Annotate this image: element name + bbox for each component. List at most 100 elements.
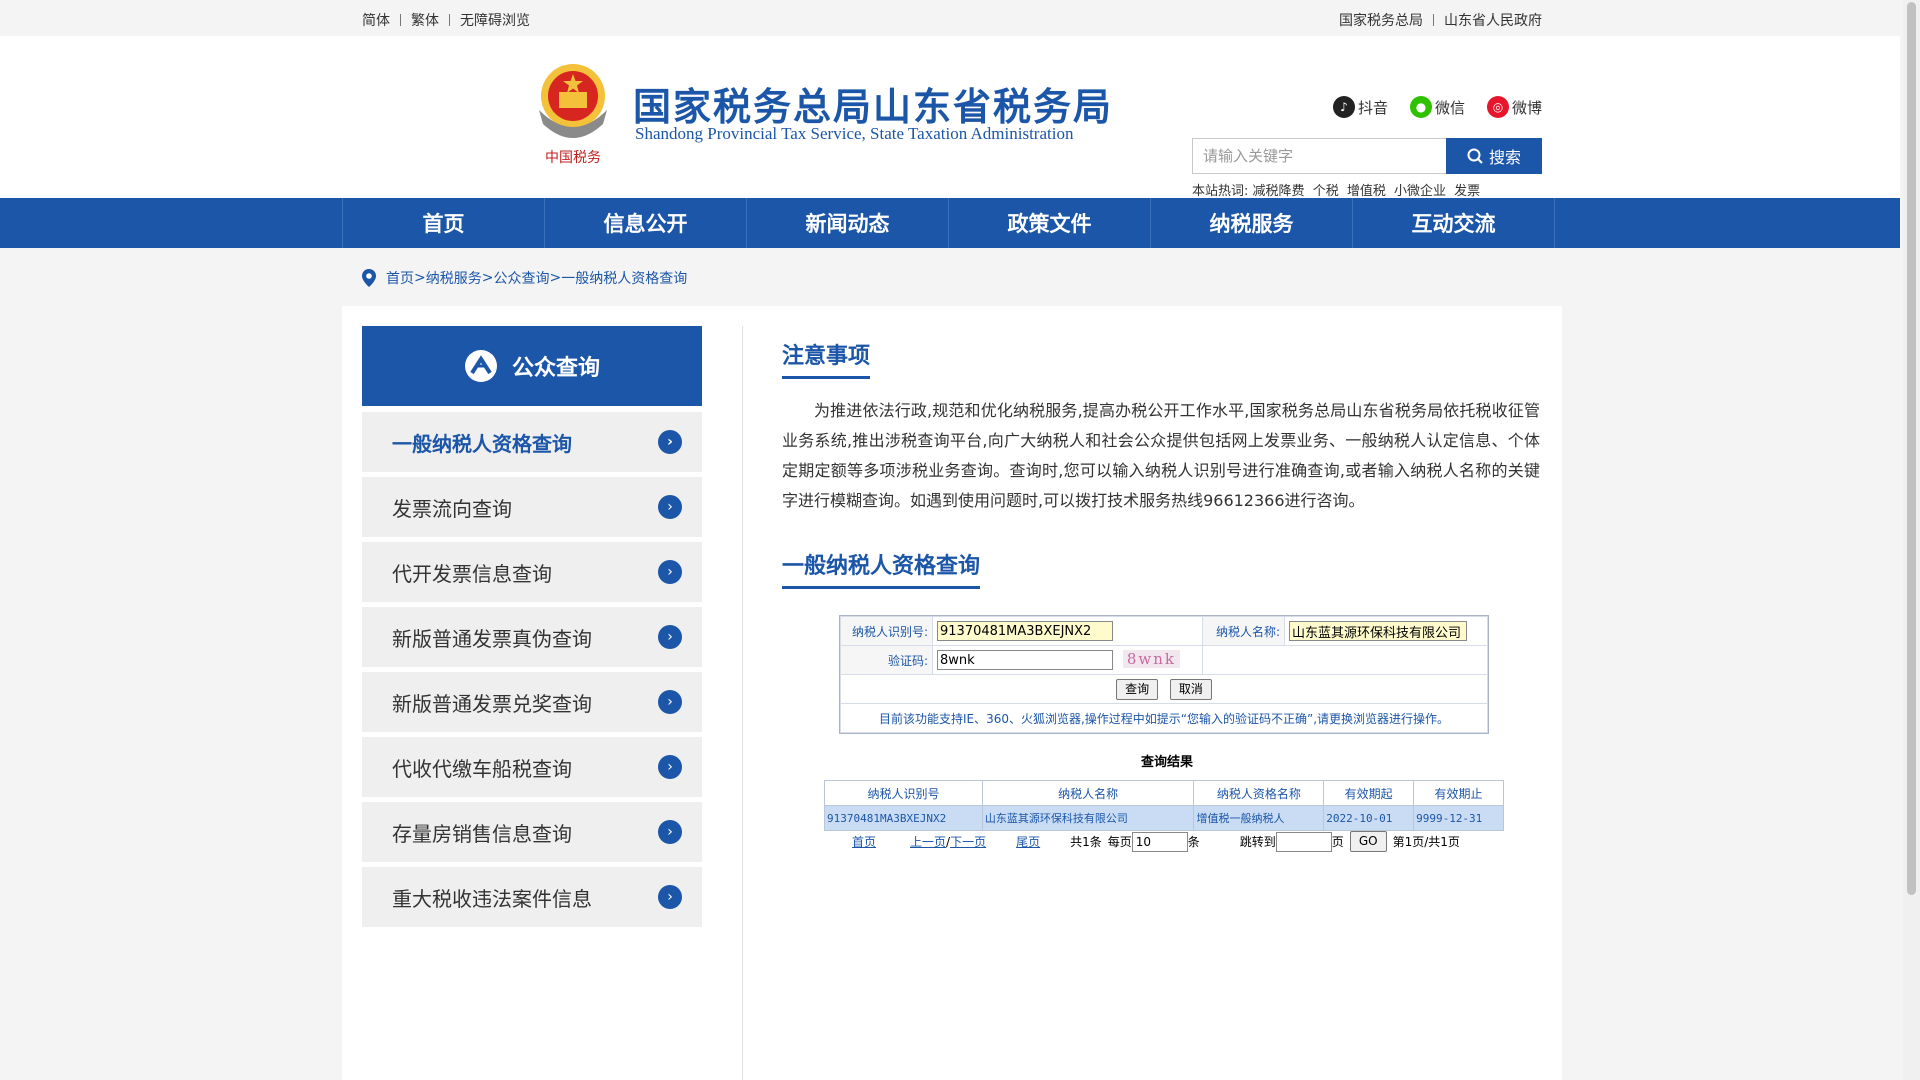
vertical-scrollbar[interactable]	[1903, 0, 1920, 1080]
main-nav: 首页 信息公开 新闻动态 政策文件 纳税服务 互动交流	[0, 198, 1900, 248]
hot-word[interactable]: 小微企业	[1394, 184, 1446, 199]
total-count: 共1条	[1070, 835, 1102, 849]
weibo-icon: ◎	[1486, 96, 1509, 118]
wechat-link[interactable]: ● 微信	[1409, 96, 1465, 118]
first-page-link[interactable]: 首页	[852, 833, 876, 850]
chevron-right-icon: ›	[658, 495, 682, 519]
sidebar-item-invoice-authenticity[interactable]: 新版普通发票真伪查询 ›	[362, 607, 702, 667]
search-icon	[1467, 148, 1483, 164]
nav-home[interactable]: 首页	[343, 198, 545, 248]
notice-text: 为推进依法行政,规范和优化纳税服务,提高办税公开工作水平,国家税务总局山东省税务…	[782, 401, 1540, 510]
nav-info-disclosure[interactable]: 信息公开	[545, 198, 747, 248]
prev-page-link[interactable]: 上一页	[910, 833, 946, 850]
per-page-input[interactable]	[1131, 831, 1188, 852]
notice-heading: 注意事项	[782, 338, 871, 379]
captcha-label: 验证码:	[840, 645, 933, 675]
hot-word[interactable]: 个税	[1313, 184, 1339, 199]
cell-taxpayer-name: 山东蓝其源环保科技有限公司	[981, 805, 1195, 831]
nav-interaction[interactable]: 互动交流	[1353, 198, 1555, 248]
pagination: 首页 上一页/下一页 尾页 共1条 每页 条 跳转到 页 GO 第1页/共1页	[852, 831, 1460, 852]
next-page-link[interactable]: 下一页	[950, 833, 986, 850]
tiktok-link[interactable]: ♪ 抖音	[1332, 96, 1388, 118]
query-heading: 一般纳税人资格查询	[782, 548, 981, 589]
tiktok-label: 抖音	[1357, 98, 1388, 117]
main-panel: 公众查询 一般纳税人资格查询 › 发票流向查询 › 代开发票信息查询 › 新版普…	[342, 306, 1562, 1080]
captcha-input[interactable]	[937, 650, 1113, 671]
query-button[interactable]: 查询	[1116, 678, 1159, 700]
table-row: 91370481MA3BXEJNX2 山东蓝其源环保科技有限公司 增值税一般纳税…	[824, 805, 1504, 831]
sidebar-item-taxpayer-qualification[interactable]: 一般纳税人资格查询 ›	[362, 412, 702, 472]
col-header: 纳税人名称	[981, 780, 1195, 806]
sidebar-item-issued-invoice[interactable]: 代开发票信息查询 ›	[362, 542, 702, 602]
site-subtitle: Shandong Provincial Tax Service, State T…	[635, 124, 1074, 143]
site-header: 中国税务 国家税务总局山东省税务局 Shandong Provincial Ta…	[0, 36, 1900, 199]
sidebar-item-housing-sales[interactable]: 存量房销售信息查询 ›	[362, 802, 702, 862]
col-header: 纳税人识别号	[824, 780, 983, 806]
sidebar-item-label: 重大税收违法案件信息	[392, 886, 592, 911]
location-pin-icon	[362, 269, 376, 287]
scrollbar-thumb[interactable]	[1907, 2, 1916, 895]
result-title: 查询结果	[1140, 755, 1193, 770]
chevron-right-icon: ›	[658, 820, 682, 844]
sidebar-item-vehicle-tax[interactable]: 代收代缴车船税查询 ›	[362, 737, 702, 797]
wechat-label: 微信	[1434, 98, 1465, 117]
query-logo-icon	[464, 350, 497, 382]
cell-taxpayer-id: 91370481MA3BXEJNX2	[824, 805, 983, 831]
sta-link[interactable]: 国家税务总局	[1339, 10, 1423, 30]
search-button-label: 搜索	[1488, 148, 1521, 167]
last-page-link[interactable]: 尾页	[1016, 833, 1040, 850]
per-page-unit: 条	[1187, 835, 1200, 849]
search-input[interactable]	[1192, 138, 1446, 174]
weibo-link[interactable]: ◎ 微博	[1486, 96, 1542, 118]
national-emblem-logo[interactable]: 中国税务	[531, 58, 615, 170]
cancel-button[interactable]: 取消	[1169, 678, 1212, 700]
sidebar-item-invoice-lottery[interactable]: 新版普通发票兑奖查询 ›	[362, 672, 702, 732]
nav-policy[interactable]: 政策文件	[949, 198, 1151, 248]
breadcrumb: 首页 > 纳税服务 > 公众查询 > 一般纳税人资格查询	[362, 268, 687, 288]
sidebar-item-invoice-flow[interactable]: 发票流向查询 ›	[362, 477, 702, 537]
social-links: ♪ 抖音 ● 微信 ◎ 微博	[1332, 96, 1542, 118]
sidebar-menu: 一般纳税人资格查询 › 发票流向查询 › 代开发票信息查询 › 新版普通发票真伪…	[362, 412, 702, 932]
cell-valid-from: 2022-10-01	[1323, 805, 1415, 831]
chevron-right-icon: ›	[658, 560, 682, 584]
breadcrumb-home[interactable]: 首页	[386, 268, 414, 288]
nav-tax-service[interactable]: 纳税服务	[1151, 198, 1353, 248]
taxpayer-id-input[interactable]	[937, 621, 1113, 641]
hot-word[interactable]: 减税降费	[1253, 184, 1305, 199]
tiktok-icon: ♪	[1332, 96, 1355, 118]
col-header: 纳税人资格名称	[1193, 780, 1325, 806]
divider	[449, 14, 450, 26]
go-button[interactable]: GO	[1349, 831, 1387, 852]
hot-word[interactable]: 增值税	[1347, 184, 1386, 199]
nav-news[interactable]: 新闻动态	[747, 198, 949, 248]
breadcrumb-tax-service[interactable]: 纳税服务	[426, 268, 482, 288]
sidebar-item-violation-cases[interactable]: 重大税收违法案件信息 ›	[362, 867, 702, 927]
page-unit: 页	[1331, 835, 1344, 849]
captcha-image[interactable]: 8wnk	[1122, 649, 1180, 668]
top-bar: 简体 繁体 无障碍浏览 国家税务总局 山东省人民政府	[0, 0, 1900, 36]
accessibility-link[interactable]: 无障碍浏览	[460, 10, 530, 30]
column-divider	[742, 326, 743, 1080]
sidebar-item-label: 发票流向查询	[392, 496, 512, 521]
browser-tip: 目前该功能支持IE、360、火狐浏览器,操作过程中如提示“您输入的验证码不正确”…	[840, 703, 1488, 733]
search-button[interactable]: 搜索	[1446, 138, 1542, 174]
divider	[400, 14, 401, 26]
traditional-chinese-link[interactable]: 繁体	[411, 10, 439, 30]
shandong-gov-link[interactable]: 山东省人民政府	[1444, 10, 1542, 30]
col-header: 有效期止	[1413, 780, 1504, 806]
per-page-label: 每页	[1107, 835, 1132, 849]
jump-label: 跳转到	[1239, 835, 1276, 849]
site-search: 搜索	[1192, 138, 1542, 174]
breadcrumb-current[interactable]: 一般纳税人资格查询	[561, 268, 687, 288]
breadcrumb-public-query[interactable]: 公众查询	[493, 268, 549, 288]
chevron-right-icon: ›	[658, 690, 682, 714]
sidebar-item-label: 存量房销售信息查询	[392, 821, 572, 846]
taxpayer-name-input[interactable]	[1289, 621, 1467, 641]
hot-word[interactable]: 发票	[1454, 184, 1480, 199]
taxpayer-name-label: 纳税人名称:	[1202, 616, 1285, 646]
sidebar-title: 公众查询	[511, 356, 600, 381]
weibo-label: 微博	[1511, 98, 1542, 117]
simplified-chinese-link[interactable]: 简体	[362, 10, 390, 30]
jump-page-input[interactable]	[1275, 831, 1332, 852]
wechat-icon: ●	[1409, 96, 1432, 118]
